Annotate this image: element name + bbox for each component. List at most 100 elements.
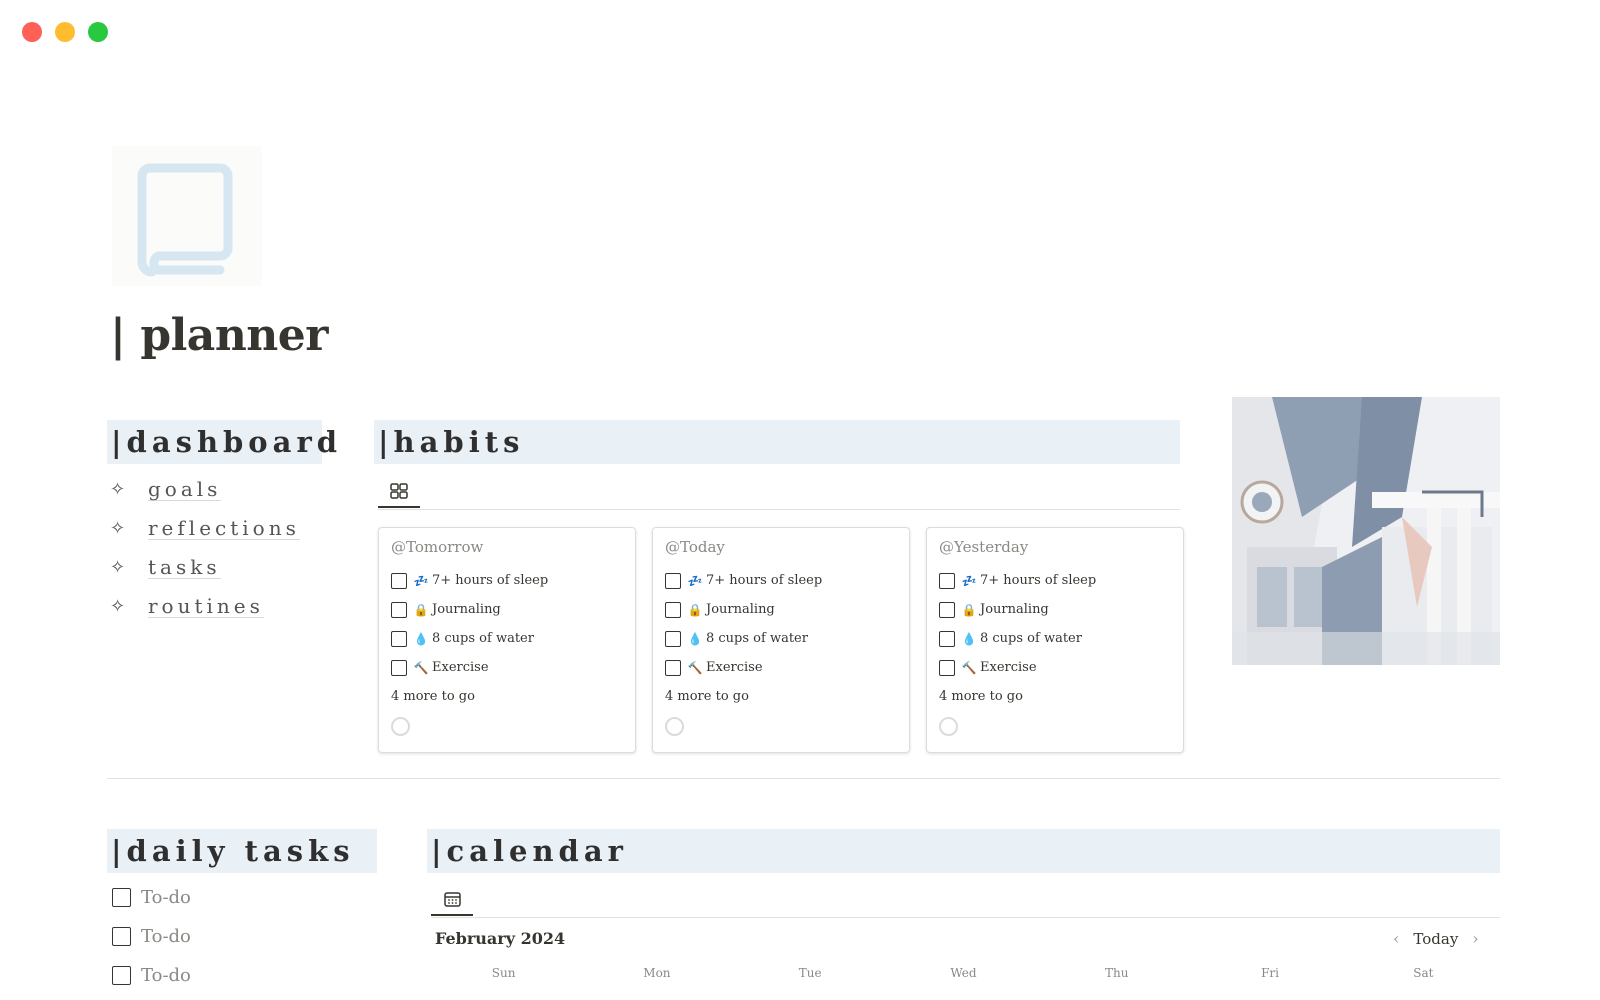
todo-item: To-do <box>112 878 191 917</box>
view-divider <box>431 917 1500 918</box>
todo-label[interactable]: To-do <box>141 887 191 908</box>
calendar-weekdays: Sun Mon Tue Wed Thu Fri Sat <box>427 966 1500 980</box>
dashboard-item-label[interactable]: tasks <box>148 556 221 579</box>
habit-item: 💧 8 cups of water <box>939 624 1171 653</box>
checkbox[interactable] <box>391 601 407 618</box>
card-title: @Yesterday <box>939 538 1029 556</box>
todo-label[interactable]: To-do <box>141 965 191 986</box>
checkbox[interactable] <box>665 601 681 618</box>
habit-item: 🔒 Journaling <box>391 595 623 624</box>
section-divider <box>107 778 1500 779</box>
habit-item: 🔨 Exercise <box>939 653 1171 682</box>
dashboard-links: ✧ goals ✧ reflections ✧ tasks ✧ routines <box>110 470 300 626</box>
calendar-nav: ‹ Today › <box>1393 929 1479 948</box>
calendar-view-icon <box>443 892 461 907</box>
book-icon[interactable] <box>112 146 262 286</box>
sparkle-icon: ✧ <box>110 557 126 578</box>
checkbox[interactable] <box>665 572 681 589</box>
dashboard-item-goals[interactable]: ✧ goals <box>110 470 300 509</box>
chevron-left-icon[interactable]: ‹ <box>1393 929 1399 948</box>
todo-item: To-do <box>112 917 191 956</box>
habit-label: 7+ hours of sleep <box>706 573 823 588</box>
habit-label: Journaling <box>706 602 775 617</box>
habit-item: 💤 7+ hours of sleep <box>391 566 623 595</box>
minimize-window-button[interactable] <box>55 22 75 42</box>
checkbox[interactable] <box>665 659 681 676</box>
habit-label: 7+ hours of sleep <box>980 573 1097 588</box>
todo-label[interactable]: To-do <box>141 926 191 947</box>
hammer-icon: 🔨 <box>961 660 977 675</box>
lock-icon: 🔒 <box>961 602 977 617</box>
hammer-icon: 🔨 <box>687 660 703 675</box>
card-title: @Today <box>665 538 725 556</box>
sleep-icon: 💤 <box>687 573 703 588</box>
habit-label: Exercise <box>980 660 1037 675</box>
dashboard-item-reflections[interactable]: ✧ reflections <box>110 509 300 548</box>
todo-item: To-do <box>112 956 191 995</box>
calendar-view-tab[interactable] <box>431 884 473 916</box>
habit-card-tomorrow[interactable]: @Tomorrow 💤 7+ hours of sleep 🔒 Journaling… <box>378 527 636 753</box>
checkbox[interactable] <box>939 630 955 647</box>
sparkle-icon: ✧ <box>110 479 126 500</box>
checkbox[interactable] <box>665 630 681 647</box>
checkbox[interactable] <box>939 572 955 589</box>
chevron-right-icon[interactable]: › <box>1472 929 1478 948</box>
checkbox[interactable] <box>391 659 407 676</box>
window-controls <box>22 22 108 42</box>
progress-ring <box>665 717 684 736</box>
today-button[interactable]: Today <box>1413 930 1458 948</box>
todo-checkbox[interactable] <box>112 966 131 985</box>
more-to-go: 4 more to go <box>665 689 749 704</box>
progress-ring <box>939 717 958 736</box>
habit-card-yesterday[interactable]: @Yesterday 💤 7+ hours of sleep 🔒 Journalin… <box>926 527 1184 753</box>
weekday-label: Thu <box>1105 966 1129 980</box>
checkbox[interactable] <box>939 601 955 618</box>
habit-item: 🔨 Exercise <box>391 653 623 682</box>
sparkle-icon: ✧ <box>110 518 126 539</box>
dashboard-item-label[interactable]: goals <box>148 478 222 501</box>
weekday-label: Mon <box>643 966 671 980</box>
habit-item: 🔒 Journaling <box>939 595 1171 624</box>
dashboard-heading: |dashboard <box>107 420 337 464</box>
calendar-month: February 2024 <box>435 929 566 948</box>
checkbox[interactable] <box>939 659 955 676</box>
todo-checkbox[interactable] <box>112 927 131 946</box>
todo-checkbox[interactable] <box>112 888 131 907</box>
sleep-icon: 💤 <box>413 573 429 588</box>
card-title: @Tomorrow <box>391 538 484 556</box>
more-to-go: 4 more to go <box>939 689 1023 704</box>
habit-card-today[interactable]: @Today 💤 7+ hours of sleep 🔒 Journaling 💧 8… <box>652 527 910 753</box>
habit-item: 💤 7+ hours of sleep <box>665 566 897 595</box>
habit-label: Exercise <box>432 660 489 675</box>
gallery-view-tab[interactable] <box>378 476 420 508</box>
habit-label: Exercise <box>706 660 763 675</box>
habit-label: Journaling <box>980 602 1049 617</box>
droplet-icon: 💧 <box>687 631 703 646</box>
lock-icon: 🔒 <box>687 602 703 617</box>
hammer-icon: 🔨 <box>413 660 429 675</box>
droplet-icon: 💧 <box>413 631 429 646</box>
dashboard-item-tasks[interactable]: ✧ tasks <box>110 548 300 587</box>
weekday-label: Wed <box>950 966 977 980</box>
sparkle-icon: ✧ <box>110 596 126 617</box>
habit-item: 💧 8 cups of water <box>391 624 623 653</box>
dashboard-item-routines[interactable]: ✧ routines <box>110 587 300 626</box>
weekday-label: Sat <box>1413 966 1434 980</box>
dashboard-item-label[interactable]: reflections <box>148 517 300 540</box>
habit-label: 8 cups of water <box>980 631 1082 646</box>
checkbox[interactable] <box>391 630 407 647</box>
checkbox[interactable] <box>391 572 407 589</box>
habit-label: 7+ hours of sleep <box>432 573 549 588</box>
weekday-label: Fri <box>1261 966 1279 980</box>
progress-ring <box>391 717 410 736</box>
todo-list: To-do To-do To-do <box>112 878 191 995</box>
sleep-icon: 💤 <box>961 573 977 588</box>
droplet-icon: 💧 <box>961 631 977 646</box>
dashboard-item-label[interactable]: routines <box>148 595 264 618</box>
zoom-window-button[interactable] <box>88 22 108 42</box>
gallery-view-icon <box>390 483 408 499</box>
view-divider <box>378 509 1180 510</box>
close-window-button[interactable] <box>22 22 42 42</box>
habit-item: 🔨 Exercise <box>665 653 897 682</box>
habit-label: 8 cups of water <box>706 631 808 646</box>
